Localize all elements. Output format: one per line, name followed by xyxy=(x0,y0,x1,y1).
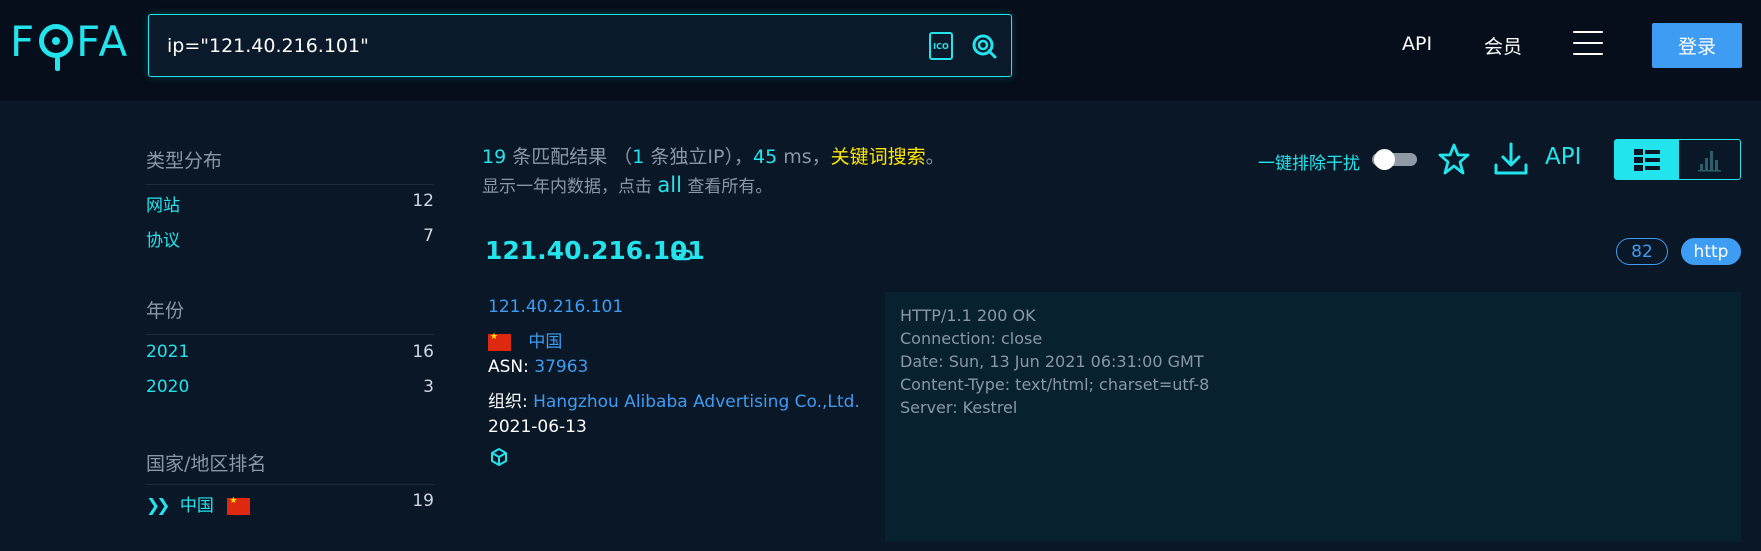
china-flag-icon xyxy=(227,496,251,515)
ico-label: ICO xyxy=(933,41,949,51)
divider xyxy=(146,334,434,335)
year-item-count: 3 xyxy=(423,377,434,397)
star-icon[interactable] xyxy=(1437,142,1471,176)
keyword-search-link[interactable]: 关键词搜索 xyxy=(831,146,926,168)
data-range-note-pre: 显示一年内数据，点击 xyxy=(482,177,658,197)
show-all-link[interactable]: all xyxy=(657,173,682,197)
type-distribution-title: 类型分布 xyxy=(146,150,223,172)
data-range-note-post: 查看所有。 xyxy=(681,177,773,197)
link-icon[interactable] xyxy=(671,249,693,261)
double-chevron-right-icon: ❯❯ xyxy=(146,496,170,516)
api-link[interactable]: API xyxy=(1545,144,1581,170)
result-count-text: 条匹配结果 （ xyxy=(506,146,633,168)
summary-end: 。 xyxy=(925,146,945,168)
login-button[interactable]: 登录 xyxy=(1652,23,1742,68)
search-button-icon[interactable] xyxy=(971,33,997,59)
query-time: 45 xyxy=(752,146,778,168)
country-item-china[interactable]: ❯❯ 中国 19 xyxy=(146,491,434,516)
data-range-note: 显示一年内数据，点击 all 查看所有。 xyxy=(482,172,772,197)
type-item-website[interactable]: 网站 12 xyxy=(146,191,434,216)
divider xyxy=(146,184,434,185)
http-banner: HTTP/1.1 200 OK Connection: close Date: … xyxy=(885,292,1741,542)
nav-vip-link[interactable]: 会员 xyxy=(1484,32,1522,59)
nav-api-link[interactable]: API xyxy=(1402,33,1432,55)
type-item-count: 12 xyxy=(412,191,434,211)
stats-view-button[interactable] xyxy=(1679,140,1741,179)
year-item-count: 16 xyxy=(412,342,434,362)
country-row: 中国 xyxy=(488,327,562,352)
type-item-protocol[interactable]: 协议 7 xyxy=(146,226,434,251)
results-summary: 19 条匹配结果 （1 条独立IP），45 ms，关键词搜索。 xyxy=(482,142,945,169)
top-header: F FA ICO API 会员 登录 xyxy=(0,0,1761,101)
cube-icon[interactable] xyxy=(489,447,509,467)
country-item-label: 中国 xyxy=(179,496,214,516)
asn-row: ASN: 37963 xyxy=(488,357,588,377)
query-time-unit: ms， xyxy=(777,146,831,168)
china-flag-icon xyxy=(488,332,511,351)
search-box: ICO xyxy=(148,14,1012,77)
year-item-2021[interactable]: 2021 16 xyxy=(146,342,434,366)
bar-chart-icon xyxy=(1698,151,1721,172)
list-view-button[interactable] xyxy=(1615,140,1679,179)
logo-f1: F xyxy=(10,16,37,66)
result-date: 2021-06-13 xyxy=(488,417,587,437)
org-label: 组织: xyxy=(488,392,534,412)
type-item-label: 网站 xyxy=(146,196,180,216)
year-item-label: 2021 xyxy=(146,342,190,362)
org-row: 组织: Hangzhou Alibaba Advertising Co.,Ltd… xyxy=(488,387,860,412)
asn-label: ASN: xyxy=(488,357,535,377)
unique-ip-text: 条独立IP）， xyxy=(644,146,753,168)
country-item-count: 19 xyxy=(412,491,434,511)
logo-fa: FA xyxy=(76,16,130,66)
type-item-label: 协议 xyxy=(146,231,180,251)
port-badge[interactable]: 82 xyxy=(1616,238,1668,265)
banner-line: Connection: close xyxy=(900,329,1043,348)
hamburger-menu-icon[interactable] xyxy=(1573,31,1603,55)
org-link[interactable]: Hangzhou Alibaba Advertising Co.,Ltd. xyxy=(533,392,860,412)
banner-line: Date: Sun, 13 Jun 2021 06:31:00 GMT xyxy=(900,352,1204,371)
host-link[interactable]: 121.40.216.101 xyxy=(488,297,623,317)
asn-link[interactable]: 37963 xyxy=(534,357,588,377)
list-view-icon xyxy=(1634,149,1660,171)
banner-line: Content-Type: text/html; charset=utf-8 xyxy=(900,375,1210,394)
search-input[interactable] xyxy=(167,15,907,76)
year-item-2020[interactable]: 2020 3 xyxy=(146,377,434,401)
icon-search-ico-button[interactable]: ICO xyxy=(929,32,953,60)
exclude-interference-label: 一键排除干扰 xyxy=(1258,154,1360,174)
result-count: 19 xyxy=(482,146,507,168)
logo-magnifier-icon xyxy=(39,24,74,71)
download-icon[interactable] xyxy=(1492,140,1530,178)
banner-line: HTTP/1.1 200 OK xyxy=(900,306,1036,325)
unique-ip-count: 1 xyxy=(632,146,645,168)
type-item-count: 7 xyxy=(423,226,434,246)
exclude-interference-toggle[interactable] xyxy=(1372,149,1417,170)
banner-line: Server: Kestrel xyxy=(900,398,1018,417)
view-mode-toggle xyxy=(1614,139,1741,180)
protocol-badge[interactable]: http xyxy=(1681,238,1741,265)
divider xyxy=(146,484,434,485)
country-link[interactable]: 中国 xyxy=(528,332,562,352)
country-ranking-title: 国家/地区排名 xyxy=(146,453,267,475)
year-title: 年份 xyxy=(146,300,185,322)
fofa-logo[interactable]: F FA xyxy=(10,16,130,71)
year-item-label: 2020 xyxy=(146,377,190,397)
